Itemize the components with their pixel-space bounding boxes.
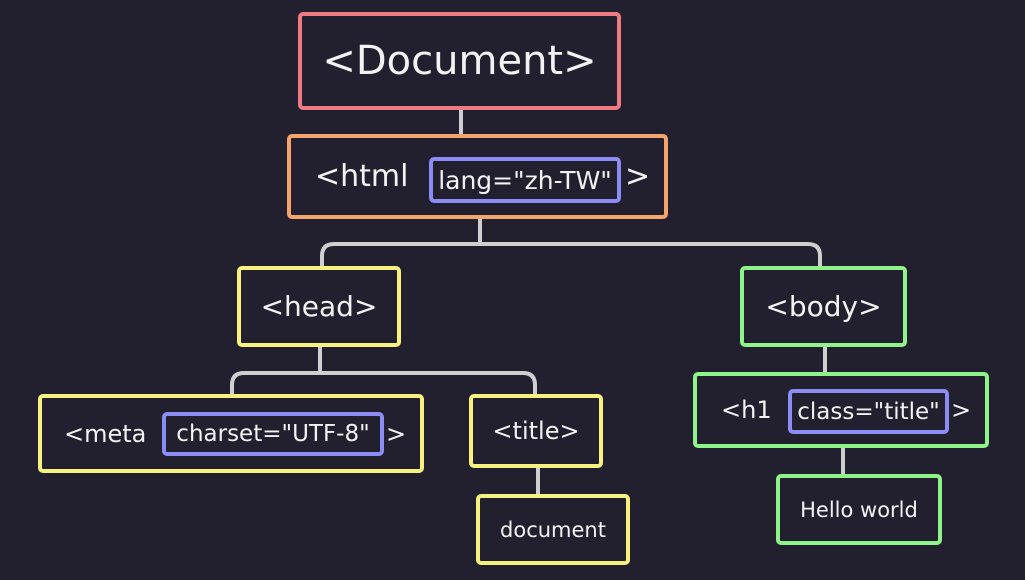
h1-text-node: Hello world bbox=[776, 474, 942, 545]
html-close: > bbox=[625, 159, 651, 194]
dom-tree-diagram: <Document> <html lang="zh-TW" > <head> <… bbox=[0, 0, 1025, 580]
html-node: <html lang="zh-TW" > bbox=[287, 134, 668, 219]
meta-charset-attribute: charset="UTF-8" bbox=[162, 412, 384, 456]
connector-head-children bbox=[230, 345, 537, 396]
head-label: <head> bbox=[260, 290, 378, 323]
html-label: <html bbox=[315, 159, 409, 194]
meta-label: <meta bbox=[64, 419, 147, 448]
h1-label: <h1 bbox=[721, 396, 772, 424]
h1-class-attribute: class="title" bbox=[788, 389, 949, 434]
title-node: <title> bbox=[469, 394, 603, 468]
document-label: <Document> bbox=[322, 38, 597, 84]
body-label: <body> bbox=[765, 290, 882, 323]
connector-html-children bbox=[320, 217, 822, 268]
h1-node: <h1 class="title" > bbox=[693, 372, 989, 448]
title-label: <title> bbox=[492, 417, 580, 445]
title-text-node: document bbox=[476, 494, 630, 565]
h1-text-label: Hello world bbox=[800, 497, 918, 522]
h1-close: > bbox=[951, 396, 972, 424]
html-lang-attribute: lang="zh-TW" bbox=[429, 157, 621, 203]
meta-node: <meta charset="UTF-8" > bbox=[38, 394, 424, 473]
body-node: <body> bbox=[740, 266, 907, 347]
meta-close: > bbox=[386, 419, 407, 448]
title-text-label: document bbox=[500, 517, 606, 542]
document-node: <Document> bbox=[298, 12, 621, 110]
head-node: <head> bbox=[237, 266, 401, 347]
